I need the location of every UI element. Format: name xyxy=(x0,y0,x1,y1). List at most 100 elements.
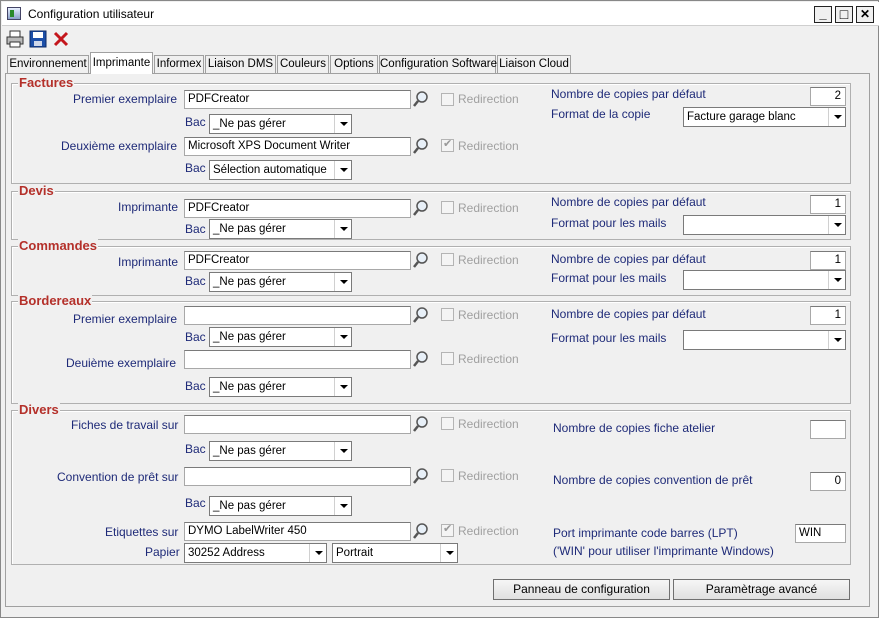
commandes-imprimante-label: Imprimante xyxy=(118,255,179,269)
search-icon[interactable] xyxy=(412,467,430,485)
config-window: Configuration utilisateur _ □ ✕ Environn… xyxy=(0,0,879,618)
window-title: Configuration utilisateur xyxy=(28,7,155,21)
tab-configuration-software[interactable]: Configuration Software xyxy=(379,55,497,73)
devis-format-label: Format pour les mails xyxy=(551,216,667,230)
commandes-redirection-checkbox[interactable] xyxy=(441,253,454,266)
factures-format-select[interactable]: Facture garage blanc xyxy=(683,107,846,127)
tab-options[interactable]: Options xyxy=(330,55,378,73)
search-icon[interactable] xyxy=(412,251,430,269)
divers-title: Divers xyxy=(18,402,60,417)
search-icon[interactable] xyxy=(412,350,430,368)
commandes-copies-field[interactable]: 1 xyxy=(810,251,846,270)
factures-deuxieme-label: Deuxième exemplaire xyxy=(61,139,178,153)
factures-premier-field[interactable]: PDFCreator xyxy=(184,90,411,109)
factures-copies-field[interactable]: 2 xyxy=(810,87,846,106)
chevron-down-icon xyxy=(334,273,351,291)
commandes-title: Commandes xyxy=(18,238,99,253)
commandes-copies-label: Nombre de copies par défaut xyxy=(551,252,706,266)
bordereaux-bac1-select[interactable]: _Ne pas gérer xyxy=(209,327,352,347)
divers-bac2-select[interactable]: _Ne pas gérer xyxy=(209,496,352,516)
divers-etiquettes-field[interactable]: DYMO LabelWriter 450 xyxy=(184,522,411,541)
search-icon[interactable] xyxy=(412,522,430,540)
chevron-down-icon xyxy=(334,161,351,179)
search-icon[interactable] xyxy=(412,415,430,433)
redirection-label: Redirection xyxy=(458,417,519,431)
tab-couleurs[interactable]: Couleurs xyxy=(277,55,329,73)
devis-redirection-checkbox[interactable] xyxy=(441,201,454,214)
bordereaux-premier-field[interactable] xyxy=(184,306,411,325)
parametrage-avance-button[interactable]: Paramètrage avancé xyxy=(673,579,850,600)
bordereaux-deuxieme-label: Deuième exemplaire xyxy=(66,356,177,370)
divers-bac2-value: _Ne pas gérer xyxy=(213,500,286,512)
tab-environnement[interactable]: Environnement xyxy=(7,55,89,73)
divers-etiquettes-redirection-checkbox[interactable] xyxy=(441,522,454,537)
chevron-down-icon xyxy=(828,271,845,289)
app-icon xyxy=(7,7,21,20)
devis-format-select[interactable] xyxy=(683,215,846,235)
bordereaux-format-select[interactable] xyxy=(683,330,846,350)
divers-copies-fiche-field[interactable] xyxy=(810,420,846,439)
devis-imprimante-field[interactable]: PDFCreator xyxy=(184,199,411,218)
redirection-label: Redirection xyxy=(458,139,519,153)
divers-orientation-value: Portrait xyxy=(336,547,374,559)
factures-format-value: Facture garage blanc xyxy=(687,111,796,123)
factures-deuxieme-redirection-checkbox[interactable] xyxy=(441,137,454,152)
redirection-label: Redirection xyxy=(458,308,519,322)
divers-copies-conv-field[interactable]: 0 xyxy=(810,472,846,491)
search-icon[interactable] xyxy=(412,137,430,155)
chevron-down-icon xyxy=(334,497,351,515)
search-icon[interactable] xyxy=(412,199,430,217)
search-icon[interactable] xyxy=(412,306,430,324)
bordereaux-deuxieme-redirection-checkbox[interactable] xyxy=(441,352,454,365)
divers-orientation-select[interactable]: Portrait xyxy=(332,543,458,563)
minimize-button[interactable]: _ xyxy=(814,6,832,23)
search-icon[interactable] xyxy=(412,90,430,108)
devis-bac-select[interactable]: _Ne pas gérer xyxy=(209,219,352,239)
divers-fiches-redirection-checkbox[interactable] xyxy=(441,417,454,430)
redirection-label: Redirection xyxy=(458,524,519,538)
factures-deuxieme-field[interactable]: Microsoft XPS Document Writer xyxy=(184,137,411,156)
close-button[interactable]: ✕ xyxy=(856,6,874,23)
printer-icon[interactable] xyxy=(5,29,25,49)
maximize-button[interactable]: □ xyxy=(835,6,853,23)
divers-papier-select[interactable]: 30252 Address xyxy=(184,543,327,563)
redirection-label: Redirection xyxy=(458,469,519,483)
bac-label: Bac xyxy=(185,115,206,129)
divers-port-label: Port imprimante code barres (LPT) xyxy=(553,526,738,540)
commandes-imprimante-field[interactable]: PDFCreator xyxy=(184,251,411,270)
commandes-bac-select[interactable]: _Ne pas gérer xyxy=(209,272,352,292)
devis-copies-field[interactable]: 1 xyxy=(810,195,846,214)
factures-bac2-select[interactable]: Sélection automatique xyxy=(209,160,352,180)
tab-liaison-dms[interactable]: Liaison DMS xyxy=(205,55,276,73)
factures-bac1-select[interactable]: _Ne pas gérer xyxy=(209,114,352,134)
divers-convention-redirection-checkbox[interactable] xyxy=(441,469,454,482)
divers-bac1-select[interactable]: _Ne pas gérer xyxy=(209,441,352,461)
bordereaux-copies-field[interactable]: 1 xyxy=(810,306,846,325)
divers-convention-field[interactable] xyxy=(184,467,411,486)
bordereaux-bac2-value: _Ne pas gérer xyxy=(213,381,286,393)
divers-fiches-field[interactable] xyxy=(184,415,411,434)
bordereaux-premier-redirection-checkbox[interactable] xyxy=(441,308,454,321)
tab-informex[interactable]: Informex xyxy=(154,55,204,73)
save-icon[interactable] xyxy=(28,29,48,49)
tab-liaison-cloud[interactable]: Liaison Cloud xyxy=(497,55,571,73)
bordereaux-deuxieme-field[interactable] xyxy=(184,350,411,369)
panneau-configuration-button[interactable]: Panneau de configuration xyxy=(493,579,670,600)
divers-group xyxy=(11,410,851,565)
divers-port-field[interactable]: WIN xyxy=(795,524,846,543)
commandes-format-select[interactable] xyxy=(683,270,846,290)
divers-bac1-value: _Ne pas gérer xyxy=(213,445,286,457)
bordereaux-bac2-select[interactable]: _Ne pas gérer xyxy=(209,377,352,397)
devis-bac-value: _Ne pas gérer xyxy=(213,223,286,235)
factures-premier-redirection-checkbox[interactable] xyxy=(441,93,454,106)
divers-copies-conv-label: Nombre de copies convention de prêt xyxy=(553,473,753,487)
redirection-label: Redirection xyxy=(458,92,519,106)
divers-papier-value: 30252 Address xyxy=(188,547,265,559)
factures-premier-label: Premier exemplaire xyxy=(73,92,178,106)
tab-imprimante[interactable]: Imprimante xyxy=(90,52,153,74)
delete-icon[interactable] xyxy=(51,29,71,49)
divers-copies-fiche-label: Nombre de copies fiche atelier xyxy=(553,421,716,435)
bordereaux-premier-label: Premier exemplaire xyxy=(73,312,178,326)
factures-bac1-value: _Ne pas gérer xyxy=(213,118,286,130)
divers-port-note: ('WIN' pour utiliser l'imprimante Window… xyxy=(553,544,774,558)
